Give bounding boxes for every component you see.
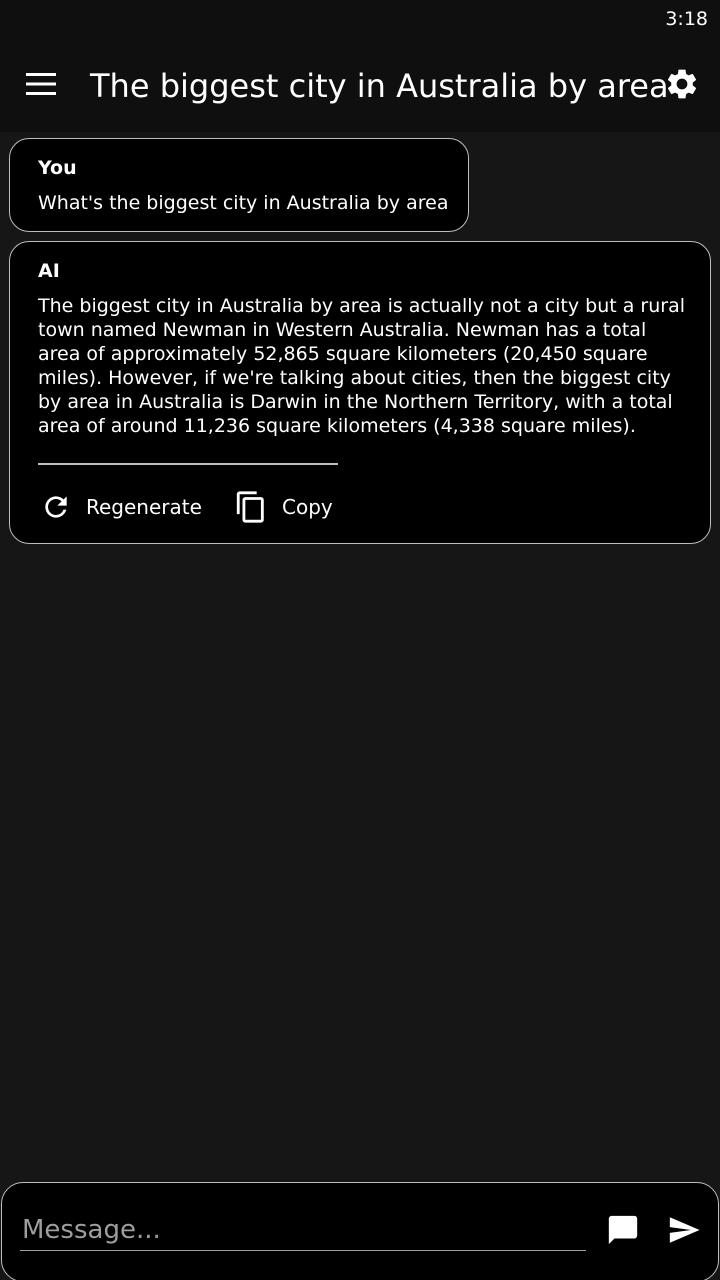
hamburger-menu-icon[interactable] <box>24 70 58 98</box>
divider <box>38 463 338 465</box>
message-input[interactable] <box>20 1209 586 1251</box>
refresh-icon <box>45 496 67 518</box>
message-text: What's the biggest city in Australia by … <box>38 192 449 214</box>
message-composer <box>1 1182 719 1280</box>
status-bar: 3:18 <box>0 0 720 40</box>
ai-message-bubble: AI The biggest city in Australia by area… <box>9 241 711 544</box>
send-icon[interactable] <box>666 1213 702 1247</box>
regenerate-label: Regenerate <box>86 495 202 519</box>
chat-bubble-icon[interactable] <box>606 1213 640 1247</box>
message-sender: AI <box>38 260 60 282</box>
gear-icon[interactable] <box>664 66 700 102</box>
copy-button[interactable]: Copy <box>234 487 333 527</box>
user-message-bubble: You What's the biggest city in Australia… <box>9 138 469 232</box>
message-text: The biggest city in Australia by area is… <box>38 295 686 437</box>
chat-screen: 3:18 The biggest city in Australia by ar… <box>0 0 720 1280</box>
app-bar: The biggest city in Australia by area <box>0 40 720 132</box>
page-title: The biggest city in Australia by area <box>90 67 669 105</box>
copy-icon <box>236 491 264 523</box>
copy-label: Copy <box>282 495 333 519</box>
regenerate-button[interactable]: Regenerate <box>40 487 202 527</box>
status-time: 3:18 <box>665 8 708 30</box>
message-sender: You <box>38 157 77 179</box>
